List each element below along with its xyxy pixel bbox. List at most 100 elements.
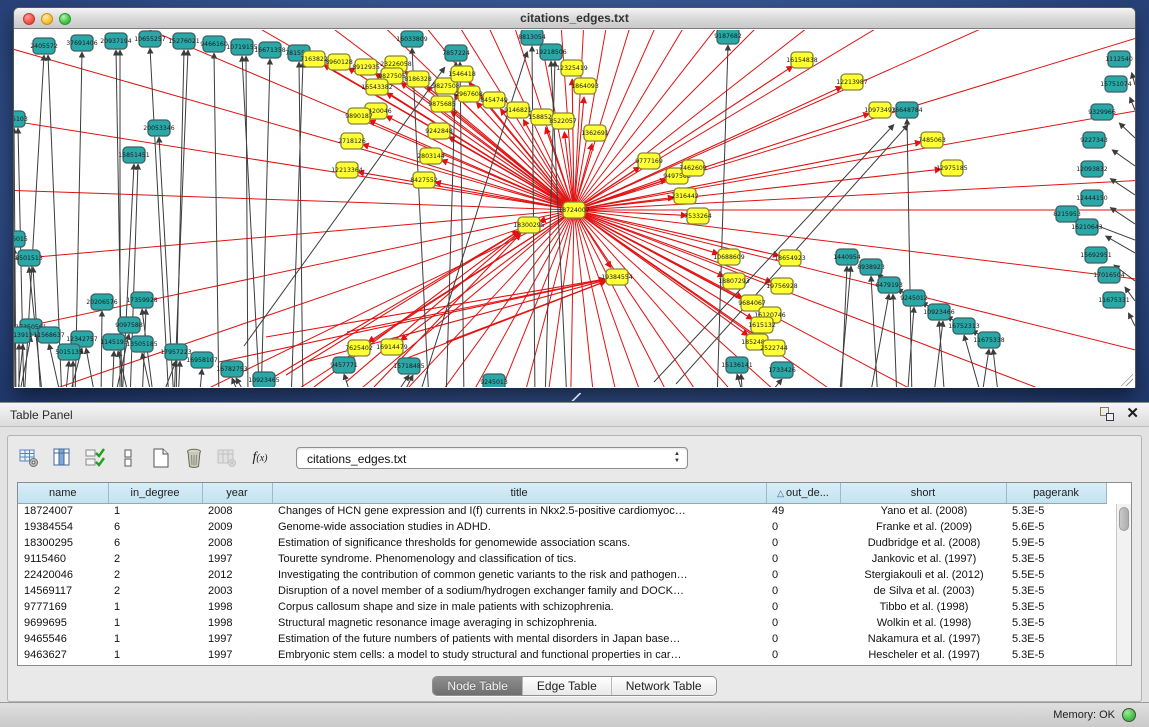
graph-node-yellow[interactable]: 1362691	[581, 125, 609, 141]
graph-node-teal[interactable]: 15136141	[721, 357, 753, 373]
network-canvas[interactable]: 2405572376914062093719410655257152760219…	[14, 30, 1135, 388]
graph-node-yellow[interactable]: 18654923	[774, 250, 806, 266]
canvas-resize-grip[interactable]	[1121, 374, 1133, 386]
graph-node-teal[interactable]: 9245012	[900, 290, 928, 306]
graph-node-teal[interactable]: 11675331	[1098, 292, 1130, 308]
graph-node-yellow[interactable]: 12975185	[936, 160, 968, 176]
graph-node-yellow[interactable]: 7625402	[345, 340, 373, 356]
graph-node-teal[interactable]: 16782753	[216, 361, 248, 377]
column-header-pagerank[interactable]: pagerank	[1006, 483, 1106, 503]
graph-node-teal[interactable]: 15718485	[393, 358, 425, 374]
graph-node-teal[interactable]: 5015135	[55, 344, 83, 360]
graph-node-yellow[interactable]: 2803144	[417, 148, 445, 164]
graph-node-yellow[interactable]: 7485063	[918, 132, 946, 148]
graph-node-teal[interactable]: 16210643	[1071, 219, 1103, 235]
table-row[interactable]: 969969511998Structural magnetic resonanc…	[18, 615, 1106, 631]
graph-node-teal[interactable]: 8813054	[518, 30, 546, 45]
function-builder-icon[interactable]: f(x)	[249, 447, 271, 469]
graph-node-yellow[interactable]: 9777169	[635, 153, 663, 169]
graph-node-yellow[interactable]: 19756928	[766, 278, 798, 294]
graph-node-teal[interactable]: 20053346	[143, 120, 175, 136]
graph-node-teal[interactable]: 3913911	[14, 327, 33, 343]
graph-node-yellow[interactable]: 12213364	[331, 162, 363, 178]
tab-network-table[interactable]: Network Table	[612, 677, 716, 695]
graph-node-yellow[interactable]: 7533264	[684, 208, 712, 224]
graph-node-teal[interactable]: 10923466	[923, 304, 955, 320]
graph-node-teal[interactable]: 2405572	[30, 38, 58, 54]
graph-node-yellow[interactable]: 16154838	[786, 52, 818, 68]
graph-node-teal[interactable]: 16958107	[186, 352, 218, 368]
graph-node-teal[interactable]: 20937194	[100, 33, 132, 49]
table-row[interactable]: 1456911722003Disruption of a novel membe…	[18, 583, 1106, 599]
memory-status-indicator[interactable]	[1122, 708, 1136, 722]
window-titlebar[interactable]: citations_edges.txt	[14, 8, 1135, 29]
graph-node-yellow[interactable]: 10688609	[713, 249, 745, 265]
graph-node-yellow[interactable]: 2967608	[455, 86, 483, 102]
table-row[interactable]: 2242004622012Investigating the contribut…	[18, 567, 1106, 583]
graph-node-teal[interactable]: 8938923	[857, 259, 885, 275]
graph-node-teal[interactable]: 2516015	[14, 231, 28, 247]
graph-node-teal[interactable]: 8501513	[15, 250, 43, 266]
table-row[interactable]: 1830029562008Estimation of significance …	[18, 535, 1106, 551]
graph-node-teal[interactable]: 37691406	[66, 35, 98, 51]
table-row[interactable]: 946362711997Embryonic stem cells: a mode…	[18, 647, 1106, 663]
column-header-short[interactable]: short	[840, 483, 1006, 503]
table-options-icon[interactable]	[18, 447, 40, 469]
graph-node-teal[interactable]: 9457771	[330, 357, 358, 373]
show-columns-icon[interactable]	[51, 447, 73, 469]
graph-node-yellow[interactable]: 9242848	[425, 123, 453, 139]
graph-node-teal[interactable]: 13505185	[126, 336, 158, 352]
graph-node-yellow[interactable]: 8186328	[404, 71, 432, 87]
delete-table-icon[interactable]	[216, 447, 238, 469]
graph-node-yellow[interactable]: 1864093	[571, 78, 599, 94]
panel-splitter-grip[interactable]	[571, 393, 581, 401]
graph-node-teal[interactable]: 9329966	[1088, 104, 1116, 120]
graph-node-teal[interactable]: 7857224	[442, 45, 470, 61]
graph-node-teal[interactable]: 9097588	[115, 317, 143, 333]
graph-node-teal[interactable]: 10719155	[226, 39, 258, 55]
row-selection-icon[interactable]	[84, 447, 106, 469]
graph-node-teal[interactable]: 1145193	[100, 334, 128, 350]
tab-node-table[interactable]: Node Table	[433, 677, 523, 695]
table-row[interactable]: 977716911998Corpus callosum shape and si…	[18, 599, 1106, 615]
close-panel-icon[interactable]: ✕	[1126, 407, 1139, 421]
graph-node-teal[interactable]: 16671358	[254, 42, 286, 58]
graph-node-yellow[interactable]: 8522057	[549, 113, 577, 129]
graph-node-yellow[interactable]: 7462609	[679, 160, 707, 176]
graph-node-yellow[interactable]: 10973493	[864, 102, 896, 118]
graph-node-teal[interactable]: 1440954	[833, 249, 861, 265]
graph-node-teal[interactable]: 11675338	[973, 332, 1005, 348]
graph-node-yellow[interactable]: 18724007	[558, 202, 590, 218]
table-selector-dropdown[interactable]: citations_edges.txt ▲▼	[296, 447, 688, 469]
graph-node-yellow[interactable]: 2316442	[671, 188, 699, 204]
table-row[interactable]: 1938455462009Genome-wide association stu…	[18, 519, 1106, 535]
graph-node-teal[interactable]: 20206576	[86, 294, 118, 310]
graph-node-teal[interactable]: 9466160	[200, 36, 228, 52]
graph-node-yellow[interactable]: 8912935	[352, 59, 380, 75]
graph-node-teal[interactable]: 17016504	[1093, 267, 1125, 283]
graph-node-teal[interactable]: 12444150	[1076, 190, 1108, 206]
column-header-title[interactable]: title	[272, 483, 766, 503]
graph-node-yellow[interactable]: 18300295	[513, 217, 545, 233]
graph-node-teal[interactable]: 6479193	[875, 277, 903, 293]
graph-node-teal[interactable]: 17359928	[126, 292, 158, 308]
graph-node-teal[interactable]: 9245013	[480, 374, 508, 387]
graph-node-teal[interactable]: 19218506	[535, 44, 567, 60]
graph-node-yellow[interactable]: 2522744	[760, 340, 788, 356]
graph-node-teal[interactable]: 10923465	[248, 372, 280, 387]
graph-node-yellow[interactable]: 9875685	[428, 96, 456, 112]
table-row[interactable]: 946554611997Estimation of the future num…	[18, 631, 1106, 647]
network-graph[interactable]: 2405572376914062093719410655257152760219…	[14, 30, 1135, 387]
graph-node-teal[interactable]: 16648784	[891, 102, 923, 118]
graph-node-yellow[interactable]: 7163822	[300, 51, 328, 67]
float-panel-icon[interactable]	[1100, 407, 1114, 421]
graph-node-yellow[interactable]: 1615132	[748, 317, 776, 333]
graph-node-yellow[interactable]: 8427552	[410, 172, 438, 188]
graph-node-yellow[interactable]: 8454749	[480, 92, 508, 108]
create-column-icon[interactable]	[150, 447, 172, 469]
column-header-in_degree[interactable]: in_degree	[108, 483, 202, 503]
graph-node-teal[interactable]: 10655257	[134, 31, 166, 47]
column-header-year[interactable]: year	[202, 483, 272, 503]
graph-node-yellow[interactable]: 9890187	[345, 108, 373, 124]
graph-node-teal[interactable]: 9227343	[1080, 132, 1108, 148]
